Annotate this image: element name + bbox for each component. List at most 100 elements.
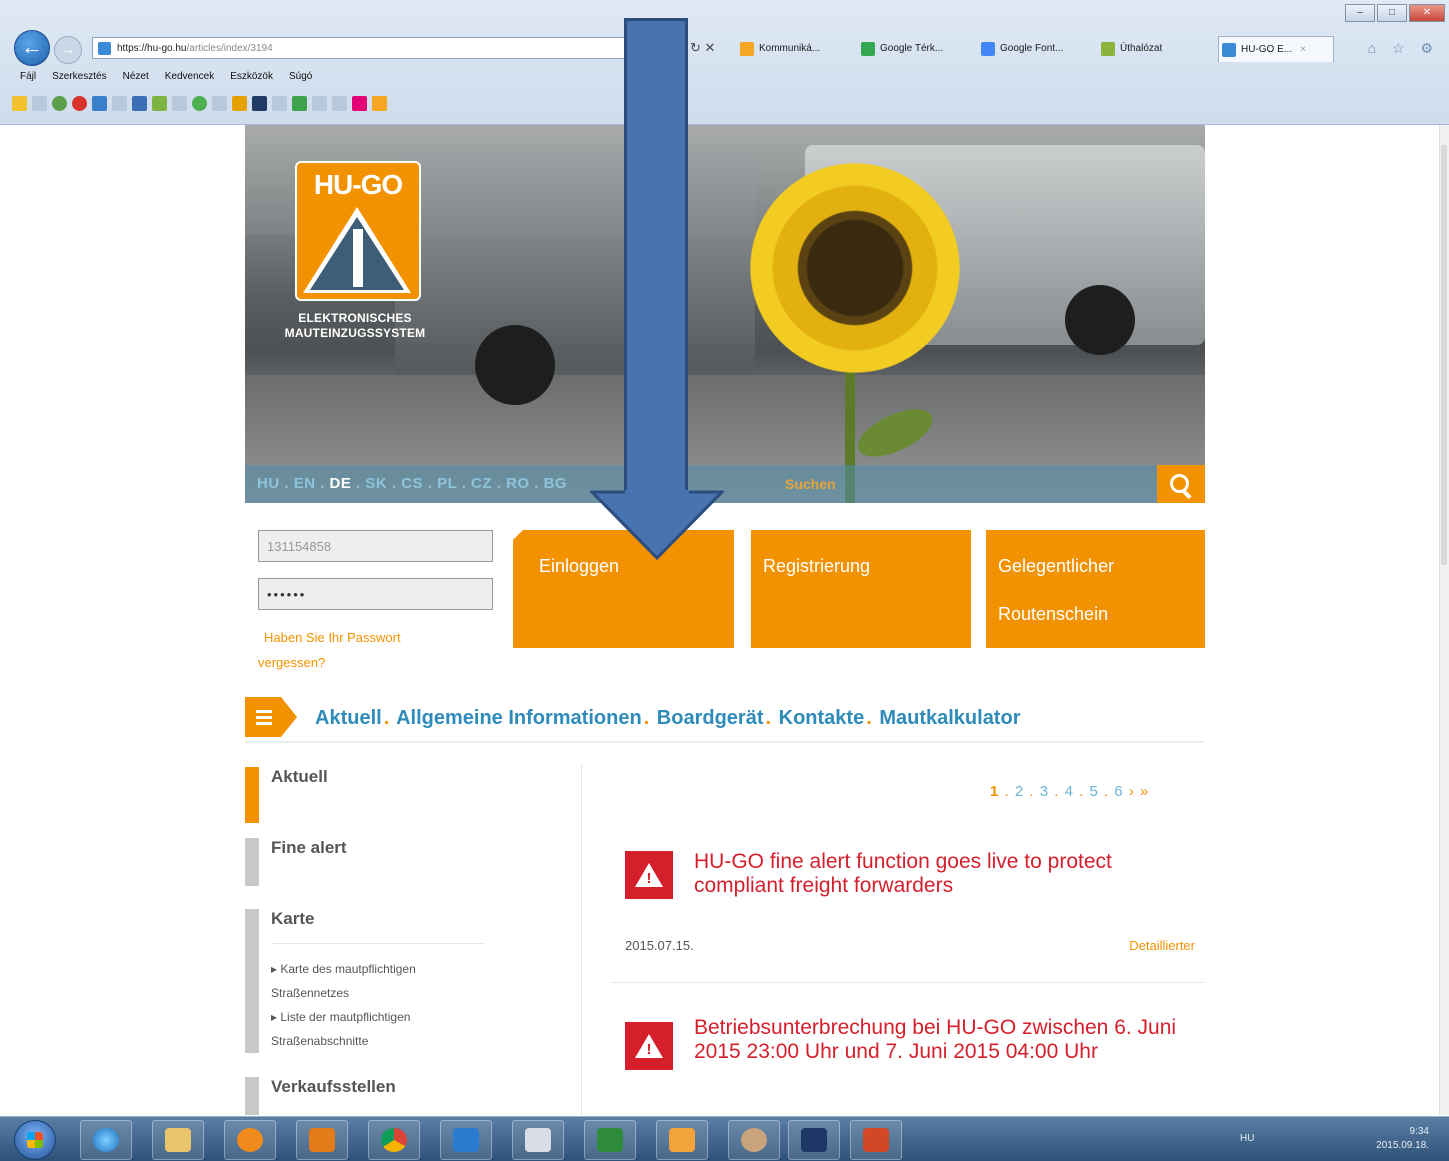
start-button[interactable]: [14, 1120, 56, 1160]
address-bar[interactable]: https://hu-go.hu/articles/index/3194: [92, 37, 634, 59]
nav-aktuell[interactable]: Aktuell: [315, 707, 382, 729]
favorite-telekom-icon[interactable]: [352, 96, 367, 111]
taskbar-outlook[interactable]: [296, 1120, 348, 1160]
favorite-play-icon[interactable]: [232, 96, 247, 111]
search-button[interactable]: [1157, 465, 1205, 503]
sidebar-item-karte[interactable]: Karte ▸ Karte des mautpflichtigen Straße…: [245, 909, 485, 1053]
favorite-page-icon[interactable]: [272, 96, 287, 111]
menu-help[interactable]: Súgó: [289, 71, 312, 82]
taskbar-app[interactable]: [512, 1120, 564, 1160]
occasional-route-ticket-tile-button[interactable]: Gelegentlicher Routenschein: [986, 530, 1205, 648]
favorite-page-icon[interactable]: [32, 96, 47, 111]
menu-tools[interactable]: Eszközök: [230, 71, 273, 82]
news-more-link[interactable]: Detaillierter: [1129, 938, 1195, 953]
keyboard-language[interactable]: HU: [1240, 1133, 1254, 1144]
lang-hu[interactable]: HU: [257, 475, 280, 492]
lang-cz[interactable]: CZ: [471, 475, 492, 492]
favorite-globe-icon[interactable]: [52, 96, 67, 111]
nav-allgemeine-informationen[interactable]: Allgemeine Informationen: [396, 707, 642, 729]
maximize-button[interactable]: □: [1377, 4, 1407, 22]
page-3[interactable]: 3: [1040, 783, 1049, 800]
lang-pl[interactable]: PL: [437, 475, 457, 492]
sidebar-item-fine-alert[interactable]: Fine alert: [245, 838, 485, 886]
page-5[interactable]: 5: [1089, 783, 1098, 800]
last-page-icon[interactable]: »: [1140, 783, 1149, 800]
hamburger-menu-button[interactable]: [245, 697, 297, 737]
register-tile-button[interactable]: Registrierung: [751, 530, 971, 648]
sidebar-bar: [245, 1077, 259, 1115]
back-button[interactable]: ←: [14, 30, 50, 66]
browser-tool-icons[interactable]: ⌂ ☆ ⚙: [1368, 40, 1439, 57]
chrome-icon: [381, 1128, 407, 1152]
tab-hu-go[interactable]: HU-GO E... ×: [1218, 36, 1334, 62]
taskbar-powerpoint[interactable]: [850, 1120, 902, 1160]
tagline-line-1: ELEKTRONISCHES: [298, 311, 412, 325]
page-2[interactable]: 2: [1015, 783, 1024, 800]
nav-mautkalkulator[interactable]: Mautkalkulator: [879, 707, 1020, 729]
taskbar-app-orange[interactable]: [656, 1120, 708, 1160]
favorite-page-icon[interactable]: [212, 96, 227, 111]
menu-edit[interactable]: Szerkesztés: [52, 71, 106, 82]
favorite-map-icon[interactable]: [152, 96, 167, 111]
sidebar-link-karte-mautpflichtig[interactable]: ▸ Karte des mautpflichtigen Straßennetze…: [271, 957, 481, 1005]
page-scrollbar[interactable]: [1439, 125, 1449, 1115]
lang-cs[interactable]: CS: [401, 475, 423, 492]
lang-en[interactable]: EN: [294, 475, 316, 492]
favorite-page-icon[interactable]: [332, 96, 347, 111]
minimize-button[interactable]: –: [1345, 4, 1375, 22]
hero-wheel: [1065, 285, 1135, 355]
taskbar-explorer[interactable]: [152, 1120, 204, 1160]
forward-button[interactable]: →: [54, 36, 82, 64]
hu-go-logo[interactable]: HU-GO: [295, 161, 421, 301]
tab-google-fonts[interactable]: Google Font...: [978, 36, 1063, 62]
taskbar-media[interactable]: [224, 1120, 276, 1160]
favorite-page-icon[interactable]: [172, 96, 187, 111]
refresh-stop-icons[interactable]: ↻ ✕: [690, 40, 715, 56]
lang-de[interactable]: DE: [330, 475, 352, 492]
lang-sk[interactable]: SK: [365, 475, 387, 492]
close-window-button[interactable]: ✕: [1409, 4, 1445, 22]
scrollbar-thumb[interactable]: [1441, 145, 1447, 565]
taskbar-contacts[interactable]: [728, 1120, 780, 1160]
menu-file[interactable]: Fájl: [20, 71, 36, 82]
forgot-password-link[interactable]: Haben Sie Ihr Passwort vergessen?: [258, 625, 458, 675]
favorite-green-icon[interactable]: [192, 96, 207, 111]
favorite-excel-icon[interactable]: [292, 96, 307, 111]
favorite-blue-icon[interactable]: [132, 96, 147, 111]
password-field[interactable]: ••••••: [258, 578, 493, 610]
tab-kommunikacio[interactable]: Kommuniká...: [737, 36, 820, 62]
page-1[interactable]: 1: [990, 783, 999, 800]
lang-ro[interactable]: RO: [506, 475, 530, 492]
nav-boardgeraet[interactable]: Boardgerät: [657, 707, 764, 729]
favorite-dark-icon[interactable]: [252, 96, 267, 111]
favorite-page-icon[interactable]: [112, 96, 127, 111]
taskbar-ie[interactable]: [80, 1120, 132, 1160]
page-6[interactable]: 6: [1114, 783, 1123, 800]
taskbar-excel[interactable]: [584, 1120, 636, 1160]
taskbar-phone[interactable]: [788, 1120, 840, 1160]
search-input[interactable]: Suchen: [785, 476, 836, 492]
favorite-star-icon[interactable]: [12, 96, 27, 111]
tab-close-icon[interactable]: ×: [1300, 44, 1306, 55]
taskbar-lync[interactable]: [440, 1120, 492, 1160]
taskbar-chrome[interactable]: [368, 1120, 420, 1160]
news-title-link[interactable]: HU-GO fine alert function goes live to p…: [694, 850, 1204, 898]
tab-uthalozat[interactable]: Úthalózat: [1098, 36, 1162, 62]
favorite-share-icon[interactable]: [92, 96, 107, 111]
news-title-link[interactable]: Betriebsunterbrechung bei HU-GO zwischen…: [694, 1016, 1204, 1064]
favorite-page-icon[interactable]: [312, 96, 327, 111]
nav-kontakte[interactable]: Kontakte: [779, 707, 865, 729]
system-clock[interactable]: 9:34 2015.09.18.: [1376, 1125, 1429, 1153]
page-4[interactable]: 4: [1065, 783, 1074, 800]
tab-google-terkep[interactable]: Google Térk...: [858, 36, 943, 62]
favorite-red-icon[interactable]: [72, 96, 87, 111]
favorite-orange-icon[interactable]: [372, 96, 387, 111]
sidebar-item-aktuell[interactable]: Aktuell: [245, 767, 485, 823]
sidebar-item-verkaufsstellen[interactable]: Verkaufsstellen: [245, 1077, 485, 1115]
lang-bg[interactable]: BG: [544, 475, 568, 492]
sidebar-link-liste-abschnitte[interactable]: ▸ Liste der mautpflichtigen Straßenabsch…: [271, 1005, 481, 1053]
username-field[interactable]: 131154858: [258, 530, 493, 562]
menu-view[interactable]: Nézet: [123, 71, 149, 82]
menu-favorites[interactable]: Kedvencek: [165, 71, 214, 82]
next-page-icon[interactable]: ›: [1129, 783, 1135, 800]
